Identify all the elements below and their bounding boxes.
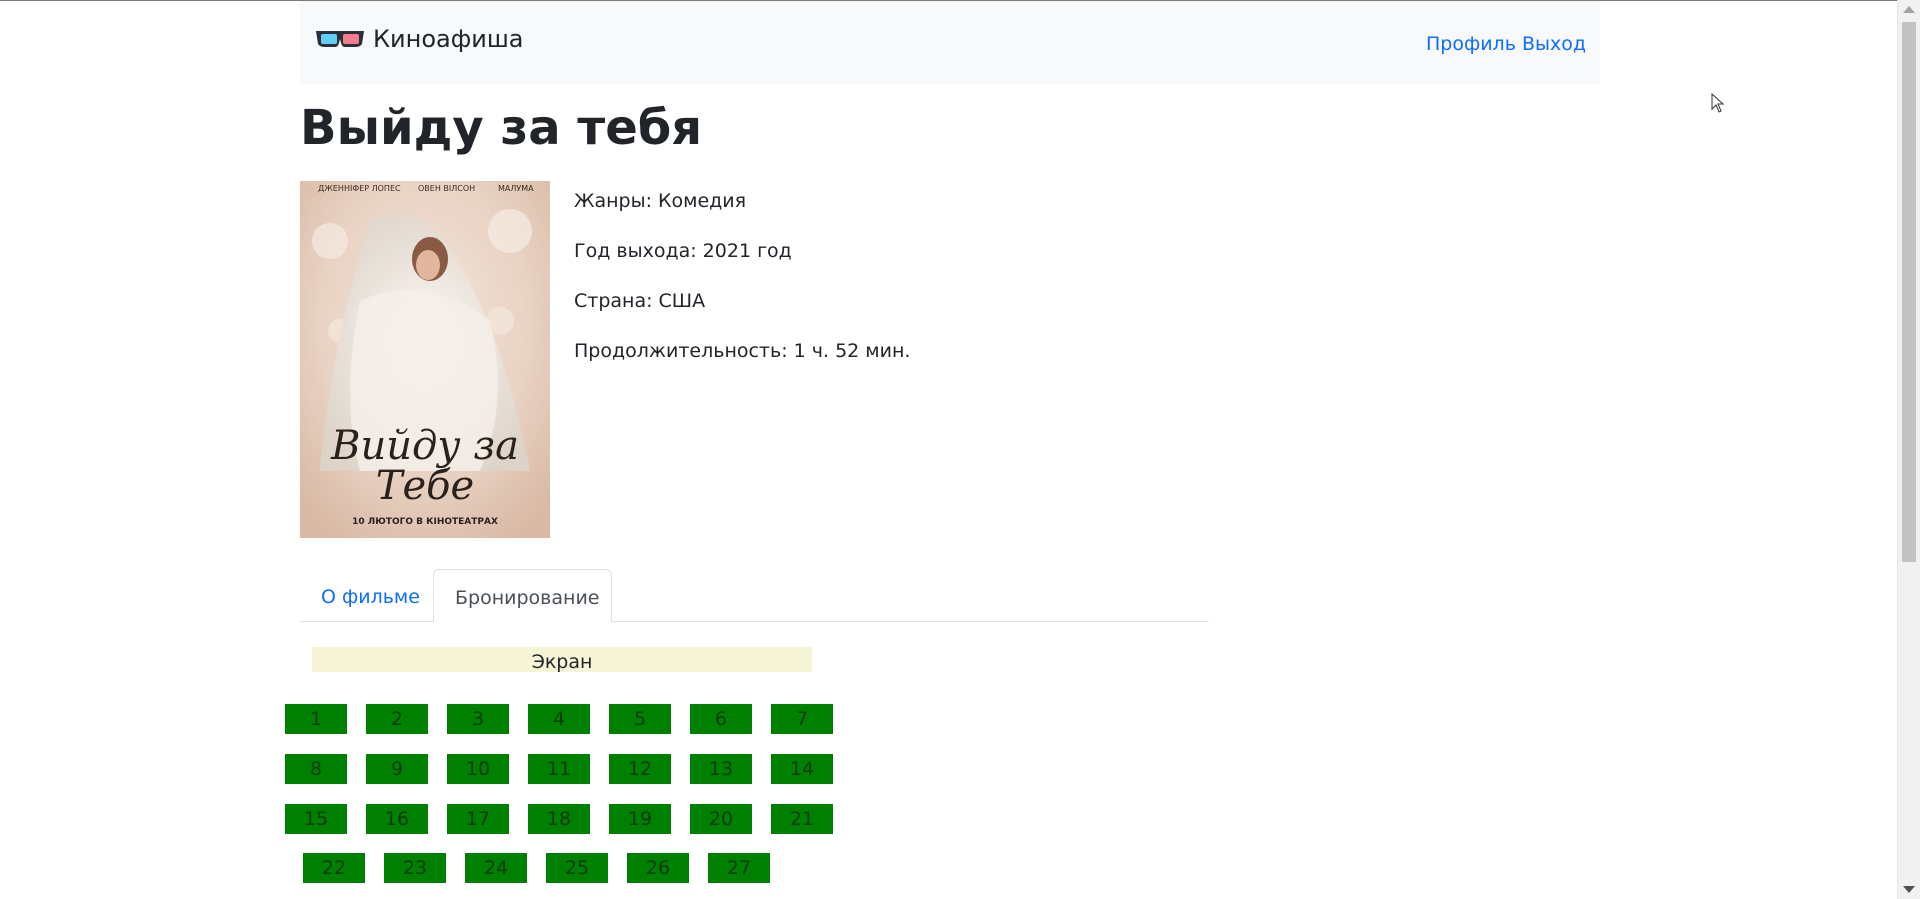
seat-10[interactable]: 10 <box>447 754 509 784</box>
tab-booking[interactable]: Бронирование <box>433 569 612 622</box>
profile-link[interactable]: Профиль <box>1426 33 1516 55</box>
scroll-down-icon[interactable] <box>1903 886 1915 893</box>
movie-country: Страна: США <box>574 290 706 312</box>
seat-17[interactable]: 17 <box>447 804 509 834</box>
seat-16[interactable]: 16 <box>366 804 428 834</box>
mouse-cursor-icon <box>1711 92 1725 117</box>
seat-11[interactable]: 11 <box>528 754 590 784</box>
seat-25[interactable]: 25 <box>546 853 608 883</box>
scrollbar-thumb[interactable] <box>1902 22 1916 562</box>
poster-title-line2: Тебе <box>376 463 474 509</box>
brand-name: Киноафиша <box>373 25 524 53</box>
seat-3[interactable]: 3 <box>447 704 509 734</box>
seat-23[interactable]: 23 <box>384 853 446 883</box>
seat-19[interactable]: 19 <box>609 804 671 834</box>
logout-link[interactable]: Выход <box>1522 33 1586 55</box>
seat-22[interactable]: 22 <box>303 853 365 883</box>
movie-genres: Жанры: Комедия <box>574 190 747 212</box>
seat-6[interactable]: 6 <box>690 704 752 734</box>
seat-7[interactable]: 7 <box>771 704 833 734</box>
3d-glasses-icon <box>315 26 365 52</box>
navbar: Киноафиша Профиль Выход <box>300 1 1600 84</box>
poster-actor: ДЖЕННІФЕР ЛОПЕС <box>318 184 401 193</box>
movie-duration: Продолжительность: 1 ч. 52 мин. <box>574 340 911 362</box>
scrollbar[interactable] <box>1897 0 1920 899</box>
nav-links: Профиль Выход <box>1426 33 1586 55</box>
seat-8[interactable]: 8 <box>285 754 347 784</box>
poster-release: 10 ЛЮТОГО В КІНОТЕАТРАХ <box>352 517 498 527</box>
seat-24[interactable]: 24 <box>465 853 527 883</box>
seat-5[interactable]: 5 <box>609 704 671 734</box>
seat-12[interactable]: 12 <box>609 754 671 784</box>
cinema-screen: Экран <box>312 647 812 673</box>
seat-18[interactable]: 18 <box>528 804 590 834</box>
tab-about[interactable]: О фильме <box>300 569 441 621</box>
seat-20[interactable]: 20 <box>690 804 752 834</box>
seat-27[interactable]: 27 <box>708 853 770 883</box>
seat-2[interactable]: 2 <box>366 704 428 734</box>
seat-1[interactable]: 1 <box>285 704 347 734</box>
seat-14[interactable]: 14 <box>771 754 833 784</box>
seat-13[interactable]: 13 <box>690 754 752 784</box>
tabs: О фильме Бронирование <box>300 569 1209 622</box>
poster-actor: ОВЕН ВІЛСОН <box>418 184 475 193</box>
movie-title: Выйду за тебя <box>300 100 703 156</box>
seat-26[interactable]: 26 <box>627 853 689 883</box>
seat-4[interactable]: 4 <box>528 704 590 734</box>
seat-21[interactable]: 21 <box>771 804 833 834</box>
scroll-up-icon[interactable] <box>1903 6 1915 13</box>
seat-15[interactable]: 15 <box>285 804 347 834</box>
movie-poster: ДЖЕННІФЕР ЛОПЕС ОВЕН ВІЛСОН МАЛУМА Вийду… <box>300 181 550 538</box>
movie-info: Жанры: Комедия Год выхода: 2021 год Стра… <box>574 189 910 389</box>
seat-9[interactable]: 9 <box>366 754 428 784</box>
poster-actor: МАЛУМА <box>498 184 534 193</box>
brand[interactable]: Киноафиша <box>315 25 524 53</box>
movie-year: Год выхода: 2021 год <box>574 240 792 262</box>
